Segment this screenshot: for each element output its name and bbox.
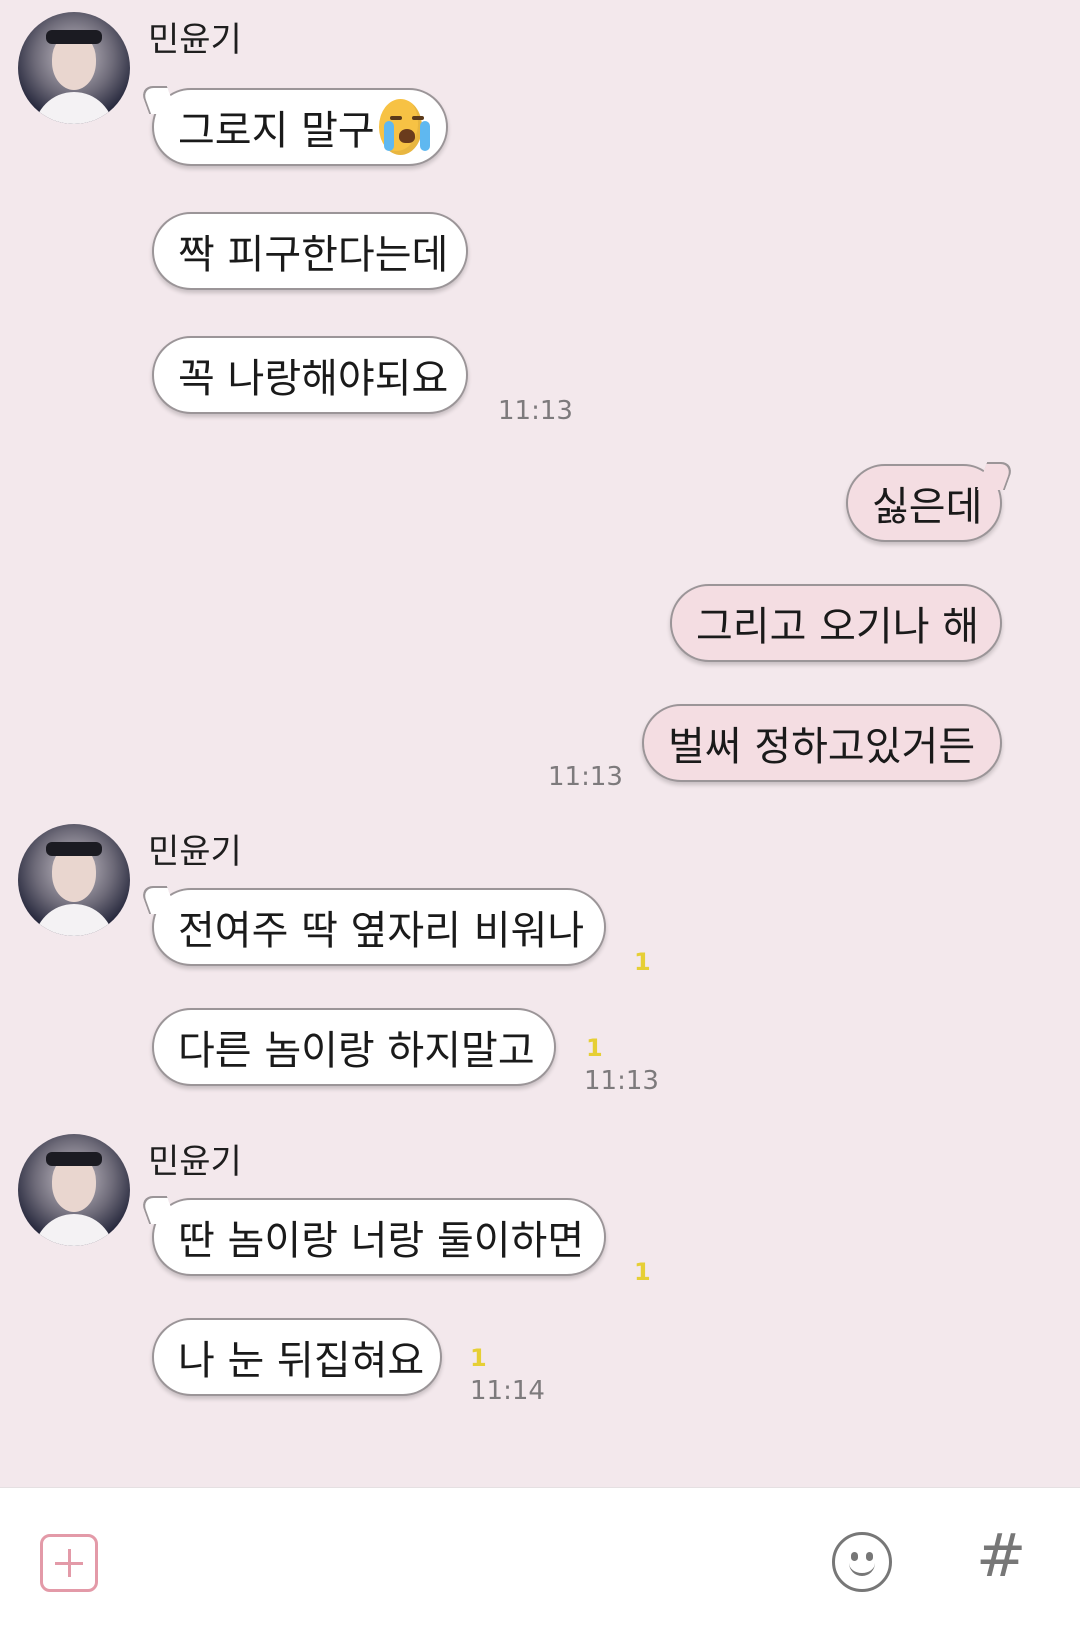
sender-avatar[interactable] <box>18 1134 130 1246</box>
my-message-bubble[interactable]: 벌써 정하고있거든 <box>642 704 1002 782</box>
crying-face-icon <box>378 99 430 155</box>
message-bubble[interactable]: 딴 놈이랑 너랑 둘이하면 <box>152 1198 606 1276</box>
unread-count: 1 <box>586 1034 603 1062</box>
message-text: 벌써 정하고있거든 <box>668 724 976 770</box>
sender-name: 민윤기 <box>148 832 242 872</box>
message-bubble[interactable]: 나 눈 뒤집혀요 <box>152 1318 442 1396</box>
message-text: 딴 놈이랑 너랑 둘이하면 <box>178 1218 585 1264</box>
message-text: 나 눈 뒤집혀요 <box>178 1338 425 1384</box>
chat-area: 민윤기 그로지 말구 짝 피구한다는데 꼭 나랑해야되요 11:13 싫은데 그… <box>0 0 1080 1487</box>
message-timestamp: 11:13 <box>548 762 623 792</box>
my-message-bubble[interactable]: 그리고 오기나 해 <box>670 584 1002 662</box>
message-bubble[interactable]: 전여주 딱 옆자리 비워나 <box>152 888 606 966</box>
unread-count: 1 <box>634 948 651 976</box>
message-text: 그로지 말구 <box>178 108 375 154</box>
hashtag-icon[interactable]: # <box>976 1526 1026 1586</box>
message-input-bar[interactable]: # <box>0 1487 1080 1632</box>
message-timestamp: 11:13 <box>498 396 573 426</box>
sender-avatar[interactable] <box>18 824 130 936</box>
message-text: 전여주 딱 옆자리 비워나 <box>178 908 585 954</box>
plus-icon[interactable] <box>40 1534 98 1592</box>
my-message-bubble[interactable]: 싫은데 <box>846 464 1002 542</box>
unread-count: 1 <box>634 1258 651 1286</box>
message-bubble[interactable]: 그로지 말구 <box>152 88 448 166</box>
sender-name: 민윤기 <box>148 20 242 60</box>
message-timestamp: 11:14 <box>470 1376 545 1406</box>
sender-name: 민윤기 <box>148 1142 242 1182</box>
message-text: 다른 놈이랑 하지말고 <box>178 1028 535 1074</box>
message-timestamp: 11:13 <box>584 1066 659 1096</box>
emoticon-icon[interactable] <box>832 1532 892 1592</box>
message-bubble[interactable]: 꼭 나랑해야되요 <box>152 336 468 414</box>
unread-count: 1 <box>470 1344 487 1372</box>
message-bubble[interactable]: 다른 놈이랑 하지말고 <box>152 1008 556 1086</box>
message-bubble[interactable]: 짝 피구한다는데 <box>152 212 468 290</box>
message-text: 꼭 나랑해야되요 <box>178 356 449 402</box>
message-text: 그리고 오기나 해 <box>696 604 980 650</box>
message-text: 짝 피구한다는데 <box>178 232 449 278</box>
sender-avatar[interactable] <box>18 12 130 124</box>
message-text: 싫은데 <box>872 484 983 530</box>
